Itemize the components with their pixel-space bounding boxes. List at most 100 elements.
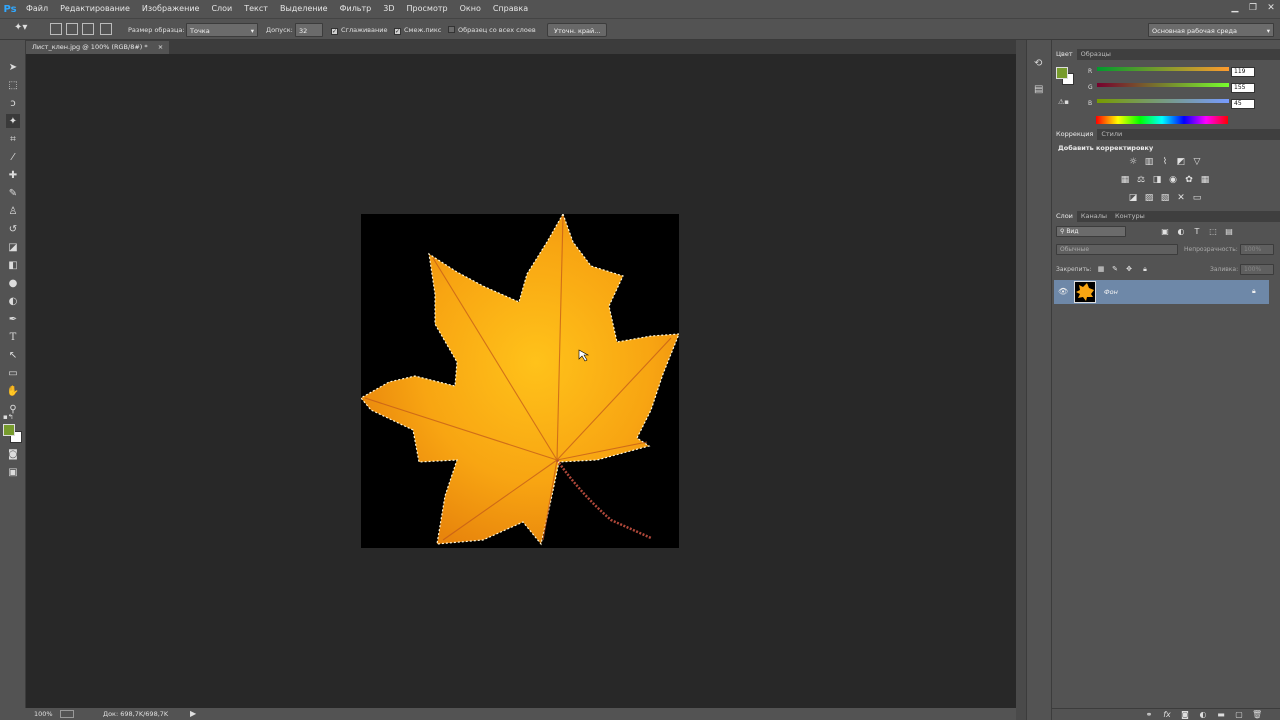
adjustment-layer-icon[interactable]: ◐ — [1198, 710, 1208, 720]
exposure-icon[interactable]: ◩ — [1176, 157, 1186, 167]
tab-swatches[interactable]: Образцы — [1077, 49, 1115, 60]
eraser-tool-icon[interactable]: ◪ — [6, 240, 20, 254]
document-tab[interactable]: Лист_клен.jpg @ 100% (RGB/8#) * × — [26, 41, 170, 54]
threshold-icon[interactable]: ▧ — [1160, 193, 1170, 203]
foreground-color-swatch[interactable] — [3, 424, 15, 436]
pen-tool-icon[interactable]: ✒ — [6, 312, 20, 326]
eyedropper-tool-icon[interactable]: ⁄ — [6, 150, 20, 164]
b-slider[interactable] — [1097, 99, 1229, 103]
new-selection-icon[interactable] — [50, 23, 62, 35]
antialias-checkbox[interactable]: ✓ Сглаживание — [331, 23, 387, 37]
menu-type[interactable]: Текст — [238, 0, 274, 18]
levels-icon[interactable]: ▥ — [1144, 157, 1154, 167]
lock-all-icon[interactable]: 🔒︎ — [1140, 264, 1150, 274]
filter-shape-icon[interactable]: ⬚ — [1208, 227, 1218, 237]
menu-edit[interactable]: Редактирование — [54, 0, 136, 18]
refine-edge-button[interactable]: Уточн. край... — [547, 23, 608, 37]
curves-icon[interactable]: ⌇ — [1160, 157, 1170, 167]
link-layers-icon[interactable]: ⚭ — [1144, 710, 1154, 720]
menu-layers[interactable]: Слои — [205, 0, 238, 18]
close-window-button[interactable]: ✕ — [1262, 0, 1280, 16]
layer-row[interactable]: 👁︎ Фон 🔒︎ — [1054, 280, 1269, 304]
document-image[interactable] — [360, 212, 680, 548]
invert-icon[interactable]: ◪ — [1128, 193, 1138, 203]
color-foreground-swatch[interactable] — [1056, 67, 1068, 79]
tab-styles[interactable]: Стили — [1097, 129, 1126, 140]
healing-brush-tool-icon[interactable]: ✚ — [6, 168, 20, 182]
screen-mode-icon[interactable]: ▣ — [6, 465, 20, 479]
hand-tool-icon[interactable]: ✋ — [6, 384, 20, 398]
all-layers-checkbox[interactable]: Образец со всех слоев — [448, 23, 536, 37]
tab-adjustments[interactable]: Коррекция — [1052, 129, 1098, 140]
menu-image[interactable]: Изображение — [136, 0, 206, 18]
clone-stamp-tool-icon[interactable]: ♙ — [6, 204, 20, 218]
color-balance-icon[interactable]: ⚖ — [1136, 175, 1146, 185]
delete-layer-icon[interactable]: 🗑︎ — [1252, 710, 1262, 720]
color-spectrum-bar[interactable] — [1096, 116, 1228, 124]
contiguous-checkbox[interactable]: ✓ Смеж.пикс — [394, 23, 441, 37]
brush-tool-icon[interactable]: ✎ — [6, 186, 20, 200]
marquee-tool-icon[interactable]: ⬚ — [6, 78, 20, 92]
move-tool-icon[interactable]: ➤ — [6, 60, 20, 74]
dodge-tool-icon[interactable]: ◐ — [6, 294, 20, 308]
selective-color-icon[interactable]: ✕ — [1176, 193, 1186, 203]
add-selection-icon[interactable] — [66, 23, 78, 35]
blur-tool-icon[interactable]: ● — [6, 276, 20, 290]
layer-name[interactable]: Фон — [1104, 288, 1118, 296]
properties-panel-icon[interactable]: ▤ — [1034, 84, 1043, 95]
lock-position-icon[interactable]: ✥ — [1124, 264, 1134, 274]
sample-size-select[interactable]: Точка ▾ — [186, 23, 258, 37]
restore-button[interactable]: ❐ — [1244, 0, 1262, 16]
subtract-selection-icon[interactable] — [82, 23, 94, 35]
default-colors-icon[interactable]: ▪↰ — [3, 413, 14, 421]
workspace-select[interactable]: Основная рабочая среда ▾ — [1148, 23, 1274, 37]
lock-pixels-icon[interactable]: ✎ — [1110, 264, 1120, 274]
menu-window[interactable]: Окно — [454, 0, 487, 18]
status-menu-arrow-icon[interactable]: ▶ — [190, 709, 196, 718]
layer-kind-filter[interactable]: ⚲ Вид — [1056, 226, 1126, 237]
tab-color[interactable]: Цвет — [1052, 49, 1077, 60]
tolerance-input[interactable]: 32 — [295, 23, 323, 37]
history-brush-tool-icon[interactable]: ↺ — [6, 222, 20, 236]
canvas-area[interactable] — [26, 54, 1016, 708]
vertical-scrollbar[interactable] — [1016, 40, 1026, 720]
vibrance-icon[interactable]: ▽ — [1192, 157, 1202, 167]
posterize-icon[interactable]: ▨ — [1144, 193, 1154, 203]
tab-channels[interactable]: Каналы — [1077, 211, 1111, 222]
menu-help[interactable]: Справка — [487, 0, 534, 18]
menu-view[interactable]: Просмотр — [401, 0, 454, 18]
lasso-tool-icon[interactable]: ↄ — [6, 96, 20, 110]
brightness-icon[interactable]: ☼ — [1128, 157, 1138, 167]
r-value[interactable]: 119 — [1231, 67, 1255, 77]
intersect-selection-icon[interactable] — [100, 23, 112, 35]
filter-adjustment-icon[interactable]: ◐ — [1176, 227, 1186, 237]
gradient-tool-icon[interactable]: ◧ — [6, 258, 20, 272]
filter-type-icon[interactable]: T — [1192, 227, 1202, 237]
hue-saturation-icon[interactable]: ▦ — [1120, 175, 1130, 185]
eye-icon[interactable]: 👁︎ — [1058, 287, 1068, 296]
new-group-icon[interactable]: ▬ — [1216, 710, 1226, 720]
tab-paths[interactable]: Контуры — [1111, 211, 1149, 222]
quick-mask-icon[interactable]: ◙ — [6, 447, 20, 461]
photo-filter-icon[interactable]: ◉ — [1168, 175, 1178, 185]
close-tab-icon[interactable]: × — [158, 43, 163, 51]
crop-tool-icon[interactable]: ⌗ — [6, 132, 20, 146]
menu-filter[interactable]: Фильтр — [334, 0, 378, 18]
layer-style-icon[interactable]: fx — [1162, 710, 1172, 720]
new-layer-icon[interactable]: ▢ — [1234, 710, 1244, 720]
filter-smart-object-icon[interactable]: ▤ — [1224, 227, 1234, 237]
lock-transparency-icon[interactable]: ▦ — [1096, 264, 1106, 274]
path-selection-tool-icon[interactable]: ↖ — [6, 348, 20, 362]
tab-layers[interactable]: Слои — [1052, 211, 1077, 222]
fill-input[interactable]: 100% — [1240, 264, 1274, 275]
layer-mask-icon[interactable]: ◙ — [1180, 710, 1190, 720]
channel-mixer-icon[interactable]: ✿ — [1184, 175, 1194, 185]
menu-select[interactable]: Выделение — [274, 0, 334, 18]
gradient-map-icon[interactable]: ▭ — [1192, 193, 1202, 203]
black-white-icon[interactable]: ◨ — [1152, 175, 1162, 185]
menu-3d[interactable]: 3D — [377, 0, 400, 18]
g-slider[interactable] — [1097, 83, 1229, 87]
menu-file[interactable]: Файл — [20, 0, 54, 18]
rectangle-tool-icon[interactable]: ▭ — [6, 366, 20, 380]
color-lookup-icon[interactable]: ▦ — [1200, 175, 1210, 185]
